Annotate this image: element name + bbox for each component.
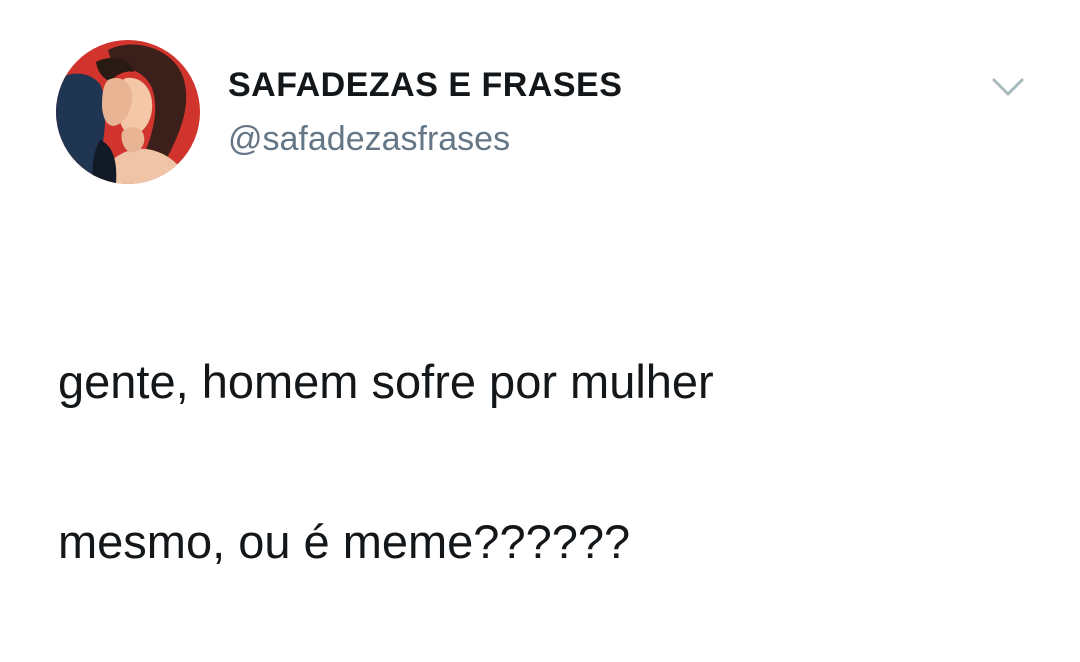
avatar[interactable] bbox=[56, 40, 200, 184]
tweet-card: SAFADEZAS E FRASES @safadezasfrases gent… bbox=[0, 0, 1080, 568]
tweet-text: gente, homem sofre por mulher mesmo, ou … bbox=[58, 262, 1038, 662]
username-handle[interactable]: @safadezasfrases bbox=[228, 120, 510, 159]
display-name[interactable]: SAFADEZAS E FRASES bbox=[228, 66, 622, 105]
tweet-text-line-2: mesmo, ou é meme?????? bbox=[58, 515, 631, 568]
chevron-down-icon[interactable] bbox=[990, 74, 1026, 102]
illustrated-couple-avatar-icon bbox=[56, 40, 200, 184]
tweet-text-line-1: gente, homem sofre por mulher bbox=[58, 355, 714, 408]
